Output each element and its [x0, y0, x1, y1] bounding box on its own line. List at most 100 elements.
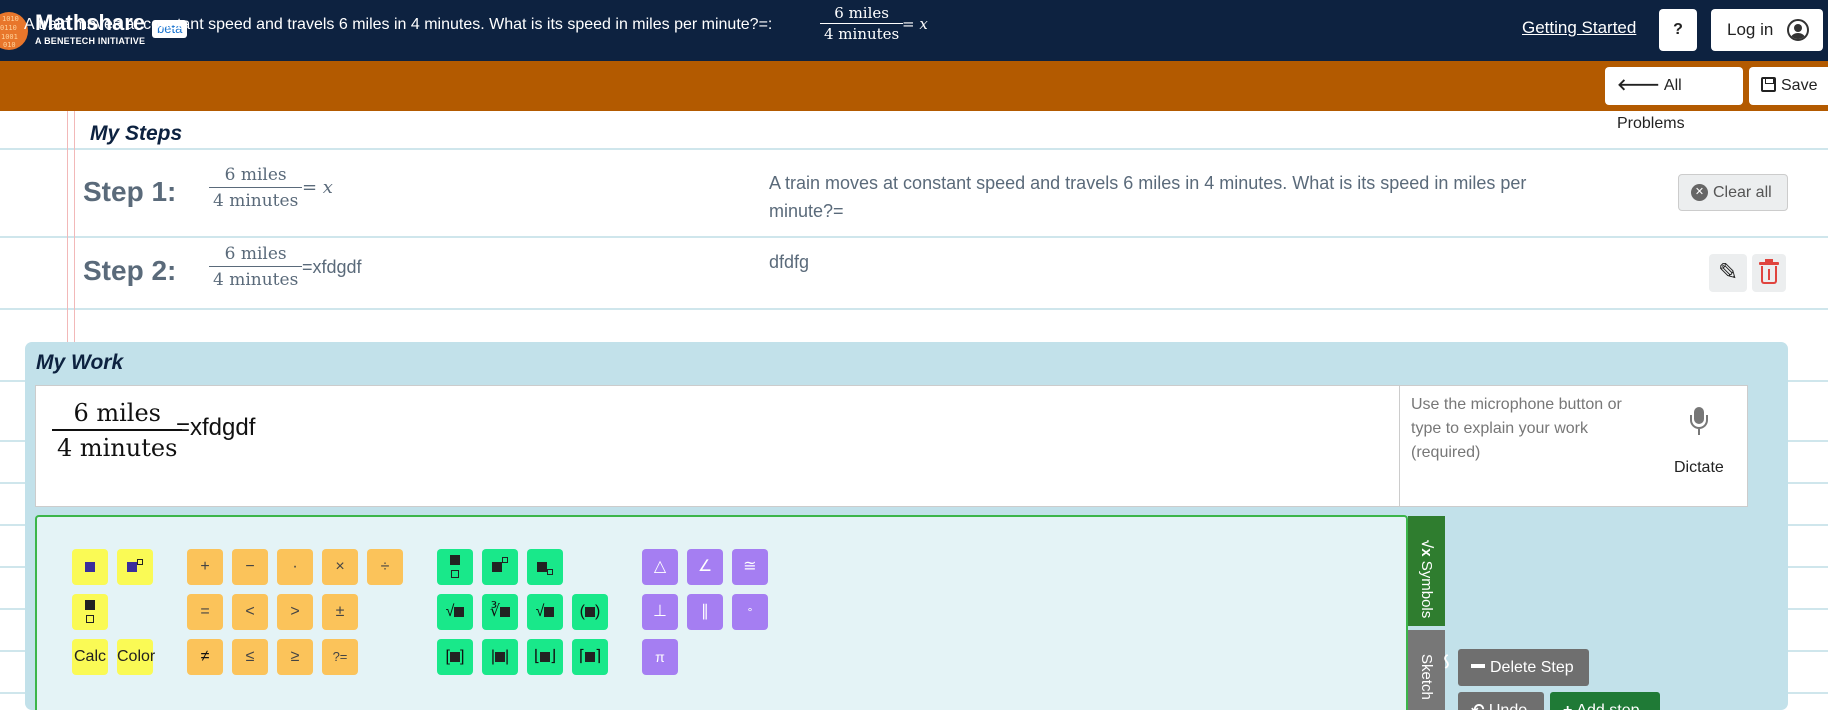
key-fraction[interactable]: [437, 549, 473, 585]
close-circle-icon: ✕: [1691, 184, 1708, 201]
add-step-button[interactable]: + Add step: [1550, 692, 1660, 710]
trash-icon-body: [1761, 266, 1777, 284]
key-floor[interactable]: ⌊ ⌋: [527, 639, 563, 675]
key-greater-than[interactable]: >: [277, 594, 313, 630]
key-color[interactable]: Color: [117, 639, 155, 675]
microphone-icon[interactable]: [1690, 407, 1708, 437]
step-1-fraction: 6 miles 4 minutes: [209, 163, 303, 214]
key-triangle[interactable]: △: [642, 549, 678, 585]
user-icon: [1787, 19, 1809, 41]
login-button[interactable]: Log in: [1711, 9, 1823, 51]
trash-icon: [1759, 259, 1779, 265]
fraction-denominator: 4 minutes: [213, 191, 299, 211]
fraction-denominator: 4 minutes: [213, 270, 299, 290]
tab-sketch-label: Sketch: [1418, 654, 1435, 700]
key-absolute-value[interactable]: | |: [482, 639, 518, 675]
fraction-denominator: 4 minutes: [824, 25, 900, 43]
undo-icon: ↶: [1471, 702, 1489, 710]
delete-step-button[interactable]: Delete Step: [1458, 649, 1589, 686]
key-nth-root[interactable]: √: [527, 594, 563, 630]
key-square-root[interactable]: √: [437, 594, 473, 630]
key-less-equal[interactable]: ≤: [232, 639, 268, 675]
sketch-icon: 〜: [1437, 654, 1454, 669]
fraction-numerator: 6 miles: [209, 163, 303, 188]
problem-equals-x: = x: [902, 15, 928, 33]
key-times[interactable]: ×: [322, 549, 358, 585]
key-pi[interactable]: π: [642, 639, 678, 675]
key-cube-root[interactable]: ∛: [482, 594, 518, 630]
tab-sketch[interactable]: 〜 Sketch: [1408, 630, 1454, 710]
undo-label: Undo: [1489, 702, 1527, 710]
tab-symbols[interactable]: √x Symbols: [1408, 516, 1445, 626]
key-highlight-exp[interactable]: [117, 549, 153, 585]
delete-step-icon-button[interactable]: [1752, 254, 1786, 292]
key-divide[interactable]: ÷: [367, 549, 403, 585]
plus-icon: +: [1563, 692, 1572, 710]
notebook-line: [0, 236, 1828, 238]
all-problems-button[interactable]: 🡐 All Problems: [1605, 67, 1743, 132]
minus-icon: [1471, 664, 1485, 668]
add-step-label: Add step: [1576, 702, 1639, 710]
key-ceiling[interactable]: ⌈ ⌉: [572, 639, 608, 675]
key-subscript[interactable]: [527, 549, 563, 585]
key-angle[interactable]: ∠: [687, 549, 723, 585]
save-label: Save: [1781, 77, 1818, 94]
notebook-line: [0, 308, 1828, 310]
key-congruent[interactable]: ≅: [732, 549, 768, 585]
step-2-label: Step 2:: [83, 255, 177, 286]
delete-step-label: Delete Step: [1490, 659, 1574, 676]
undo-button[interactable]: ↶ Undo: [1458, 692, 1544, 710]
work-fraction[interactable]: 6 miles 4 minutes: [52, 397, 183, 465]
explanation-placeholder: Use the microphone button or type to exp…: [1411, 396, 1622, 461]
key-perpendicular[interactable]: ⊥: [642, 594, 678, 630]
work-expression[interactable]: =xfdgdf: [176, 414, 255, 442]
key-fraction-yellow[interactable]: [72, 594, 108, 630]
edit-step-button[interactable]: ✎: [1709, 254, 1747, 292]
tab-symbols-label: Symbols: [1418, 560, 1435, 619]
brand-subtitle: A BENETECH INITIATIVE: [35, 36, 146, 46]
clear-all-label: Clear all: [1713, 184, 1772, 201]
key-plus[interactable]: +: [187, 549, 223, 585]
step-1-description: A train moves at constant speed and trav…: [769, 173, 1527, 221]
key-minus[interactable]: −: [232, 549, 268, 585]
problem-bar: [0, 61, 1828, 111]
problem-fraction: 6 miles 4 minutes: [820, 4, 904, 44]
fraction-denominator: 4 minutes: [57, 434, 178, 462]
key-highlight-box[interactable]: [72, 549, 108, 585]
step-2-fraction: 6 miles 4 minutes: [209, 242, 303, 293]
step-1-label: Step 1:: [83, 176, 177, 207]
key-equals[interactable]: =: [187, 594, 223, 630]
key-degree[interactable]: °: [732, 594, 768, 630]
notebook-line: [0, 148, 1828, 150]
dictate-button[interactable]: Dictate: [1674, 459, 1724, 477]
key-parentheses[interactable]: (): [572, 594, 608, 630]
sqrt-x-icon: √x: [1418, 540, 1435, 561]
step-1-equals: = x: [302, 177, 333, 198]
key-plus-minus[interactable]: ±: [322, 594, 358, 630]
key-calc[interactable]: Calc: [72, 639, 108, 675]
getting-started-link[interactable]: Getting Started: [1522, 18, 1636, 38]
step-2-description: dfdfg: [769, 252, 810, 272]
math-editor[interactable]: [35, 385, 1400, 507]
key-question-equal[interactable]: ?=: [322, 639, 358, 675]
my-work-title: My Work: [36, 351, 124, 374]
key-not-equal[interactable]: ≠: [187, 639, 223, 675]
help-button[interactable]: ?: [1659, 9, 1697, 51]
step-2-expression: =xfdgdf: [302, 257, 362, 277]
save-icon: [1761, 77, 1776, 92]
key-brackets[interactable]: []: [437, 639, 473, 675]
my-steps-title: My Steps: [90, 122, 183, 145]
key-dot[interactable]: ·: [277, 549, 313, 585]
save-button[interactable]: Save: [1749, 67, 1828, 105]
arrow-left-icon: 🡐: [1617, 77, 1660, 94]
fraction-numerator: 6 miles: [52, 397, 183, 431]
key-superscript[interactable]: [482, 549, 518, 585]
pencil-icon: ✎: [1717, 259, 1739, 286]
fraction-numerator: 6 miles: [820, 4, 904, 24]
key-less-than[interactable]: <: [232, 594, 268, 630]
key-greater-equal[interactable]: ≥: [277, 639, 313, 675]
clear-all-button[interactable]: ✕ Clear all: [1678, 174, 1788, 211]
problem-text: A train moves at constant speed and trav…: [24, 16, 773, 33]
login-label: Log in: [1727, 20, 1774, 39]
key-parallel[interactable]: ∥: [687, 594, 723, 630]
